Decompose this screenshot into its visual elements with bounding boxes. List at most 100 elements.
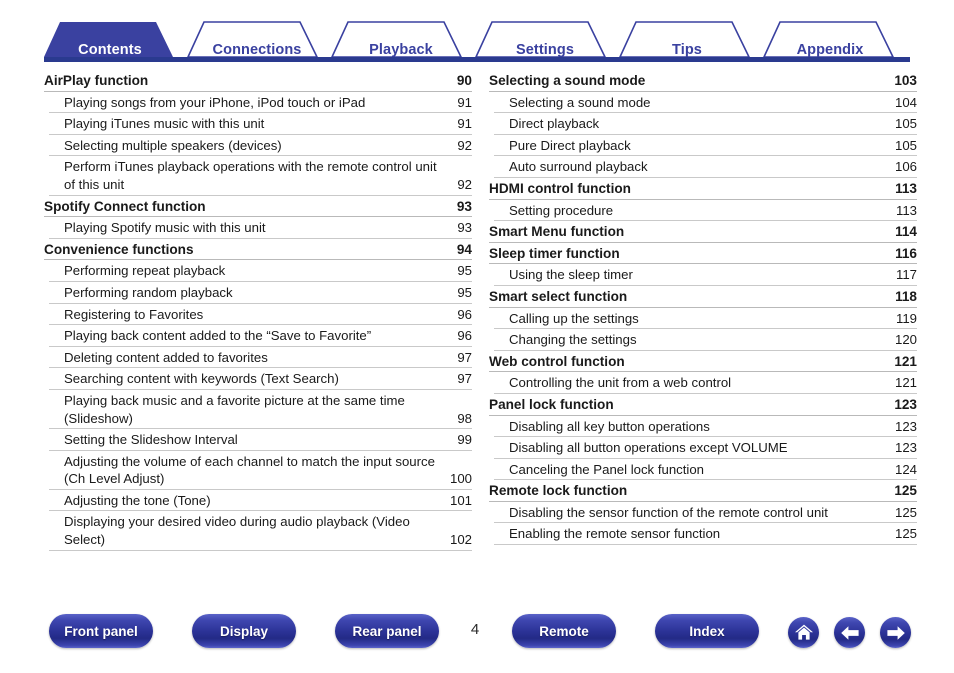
front-panel-button[interactable]: Front panel <box>49 614 153 648</box>
toc-entry[interactable]: Enabling the remote sensor function 125 <box>494 523 917 546</box>
home-button[interactable] <box>788 617 819 648</box>
toc-entry-title: Playing songs from your iPhone, iPod tou… <box>64 94 366 110</box>
toc-entry-title: Changing the settings <box>509 332 637 348</box>
toc-entry[interactable]: Panel lock function 123 <box>489 394 917 416</box>
toc-entry[interactable]: Registering to Favorites 96 <box>49 304 472 326</box>
toc-entry[interactable]: Auto surround playback 106 <box>494 156 917 178</box>
arrow-left-icon <box>840 625 859 640</box>
toc-entry-page: 121 <box>894 353 917 369</box>
toc-entry-title: Convenience functions <box>44 241 194 257</box>
toc-entry[interactable]: Selecting multiple speakers (devices) 92 <box>49 135 472 157</box>
toc-entry[interactable]: Pure Direct playback 105 <box>494 135 917 157</box>
toc-entry-page: 98 <box>457 410 472 426</box>
index-button[interactable]: Index <box>655 614 759 648</box>
toc-entry-page: 125 <box>894 504 917 520</box>
toc-entry-title: Performing repeat playback <box>64 263 226 279</box>
tab-tips[interactable] <box>618 21 751 58</box>
remote-button[interactable]: Remote <box>512 614 616 648</box>
toc-entry[interactable]: Remote lock function 125 <box>489 480 917 502</box>
toc-entry[interactable]: Sleep timer function 116 <box>489 243 917 265</box>
toc-entry-title: Spotify Connect function <box>44 198 206 214</box>
toc-entry[interactable]: Using the sleep timer 117 <box>494 264 917 286</box>
toc-entry[interactable]: AirPlay function 90 <box>44 70 472 92</box>
toc-entry[interactable]: Selecting a sound mode 103 <box>489 70 917 92</box>
toc-entry-page: 105 <box>894 116 917 132</box>
toc-entry-page: 100 <box>449 471 472 487</box>
toc-entry[interactable]: Setting the Slideshow Interval 99 <box>49 429 472 451</box>
toc-entry[interactable]: Controlling the unit from a web control 1… <box>494 372 917 394</box>
display-button[interactable]: Display <box>192 614 296 648</box>
toc-entry-page: 117 <box>895 267 917 283</box>
toc-entry[interactable]: Playing songs from your iPhone, iPod tou… <box>49 92 472 114</box>
toc-entry[interactable]: Performing random playback 95 <box>49 282 472 304</box>
toc-entry[interactable]: Convenience functions 94 <box>44 239 472 261</box>
tab-contents[interactable] <box>44 22 173 57</box>
toc-entry-title: Setting the Slideshow Interval <box>64 432 238 448</box>
toc-entry[interactable]: Changing the settings 120 <box>494 329 917 351</box>
toc-entry-page: 125 <box>894 526 917 542</box>
toc-entry-title: Performing random playback <box>64 284 233 300</box>
toc-entry-title: Searching content with keywords (Text Se… <box>64 371 339 387</box>
toc-entry-title: Enabling the remote sensor function <box>509 526 721 542</box>
toc-entry[interactable]: Disabling all button operations except V… <box>494 437 917 459</box>
toc-entry[interactable]: Setting procedure 113 <box>494 200 917 222</box>
tab-connections[interactable] <box>186 21 319 58</box>
toc-entry[interactable]: Playing back music and a favorite pictur… <box>49 390 472 430</box>
toc-entry[interactable]: Disabling the sensor function of the rem… <box>494 502 917 524</box>
toc-entry-title: Pure Direct playback <box>509 137 631 153</box>
page-number: 4 <box>470 621 480 638</box>
toc-entry[interactable]: HDMI control function 113 <box>489 178 917 200</box>
toc-entry-page: 91 <box>457 116 472 132</box>
toc-entry[interactable]: Perform iTunes playback operations with … <box>49 156 472 196</box>
toc-entry-page: 113 <box>895 180 917 196</box>
toc-entry-title: Perform iTunes playback operations with … <box>64 159 437 192</box>
toc-entry-page: 93 <box>456 198 472 214</box>
remote-button-label: Remote <box>539 623 589 639</box>
toc-entry[interactable]: Searching content with keywords (Text Se… <box>49 368 472 390</box>
toc-entry[interactable]: Adjusting the tone (Tone) 101 <box>49 490 472 512</box>
toc-entry[interactable]: Disabling all key button operations 123 <box>494 416 917 438</box>
toc-entry-title: Selecting multiple speakers (devices) <box>64 137 282 153</box>
tab-playback[interactable] <box>330 21 463 58</box>
toc-entry[interactable]: Spotify Connect function 93 <box>44 196 472 218</box>
toc-entry[interactable]: Web control function 121 <box>489 351 917 373</box>
toc-entry-title: Web control function <box>489 353 625 369</box>
toc-entry[interactable]: Displaying your desired video during aud… <box>49 511 472 551</box>
toc-entry-title: Auto surround playback <box>509 159 648 175</box>
toc-column-left: AirPlay function 90 Playing songs from you… <box>44 70 472 551</box>
toc-entry[interactable]: Calling up the settings 119 <box>494 308 917 330</box>
tab-appendix[interactable] <box>762 21 895 58</box>
toc-entry-title: Selecting a sound mode <box>489 73 646 88</box>
toc-entry[interactable]: Playing iTunes music with this unit 91 <box>49 113 472 135</box>
rear-panel-button[interactable]: Rear panel <box>335 614 439 648</box>
toc-entry-title: Adjusting the volume of each channel to … <box>64 453 435 487</box>
toc-entry[interactable]: Smart select function 118 <box>489 286 917 308</box>
toc-entry-title: Canceling the Panel lock function <box>509 461 705 477</box>
toc-entry-title: Selecting a sound mode <box>509 94 651 110</box>
toc-entry-page: 106 <box>894 159 917 175</box>
home-icon <box>794 624 813 640</box>
toc-entry[interactable]: Canceling the Panel lock function 124 <box>494 459 917 481</box>
toc-entry[interactable]: Selecting a sound mode 104 <box>494 92 917 114</box>
toc-entry-title: Calling up the settings <box>509 310 639 326</box>
toc-entry-page: 97 <box>457 349 472 365</box>
toc-entry[interactable]: Adjusting the volume of each channel to … <box>49 451 472 490</box>
toc-entry[interactable]: Playing back content added to the “Save … <box>49 325 472 347</box>
toc-entry[interactable]: Playing Spotify music with this unit 93 <box>49 217 472 239</box>
toc-column-right: Selecting a sound mode 103 Selecting a sou… <box>489 70 917 546</box>
tab-settings[interactable] <box>474 21 607 58</box>
toc-entry-title: Adjusting the tone (Tone) <box>64 492 211 508</box>
toc-entry-page: 120 <box>894 332 917 348</box>
toc-entry[interactable]: Performing repeat playback 95 <box>49 260 472 282</box>
toc-entry-page: 104 <box>894 94 917 110</box>
toc-entry-page: 102 <box>449 532 472 548</box>
toc-entry[interactable]: Deleting content added to favorites 97 <box>49 347 472 369</box>
forward-button[interactable] <box>880 617 911 648</box>
toc-entry-title: Setting procedure <box>509 202 614 218</box>
toc-entry[interactable]: Smart Menu function 114 <box>489 221 917 243</box>
back-button[interactable] <box>834 617 865 648</box>
toc-entry[interactable]: Direct playback 105 <box>494 113 917 135</box>
toc-entry-title: Playing iTunes music with this unit <box>64 116 265 132</box>
toc-entry-page: 92 <box>457 176 472 192</box>
toc-entry-title: Remote lock function <box>489 483 628 499</box>
